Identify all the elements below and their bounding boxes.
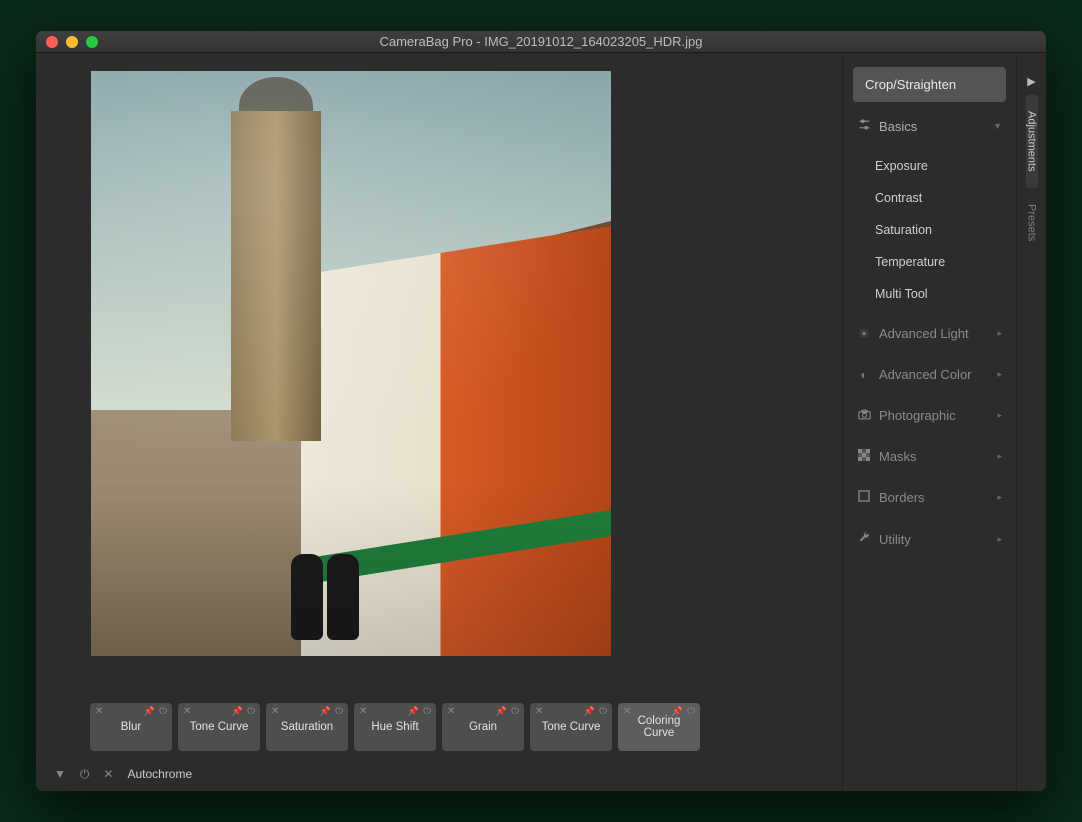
collapse-sidebar-icon[interactable]: ▶ [1027, 67, 1035, 95]
section-borders[interactable]: Borders ▸ [853, 480, 1006, 515]
chip-tone-curve[interactable]: ✕ 📌 ⏻ Tone Curve [178, 703, 260, 751]
sub-saturation[interactable]: Saturation [875, 214, 1006, 246]
pin-icon[interactable]: 📌 [672, 706, 683, 717]
camera-icon [857, 409, 871, 423]
chip-blur[interactable]: ✕ 📌 ⏻ Blur [90, 703, 172, 751]
tab-presets[interactable]: Presets [1026, 188, 1038, 257]
app-body: ✕📌⏻Blur✕📌⏻Tone Curve✕📌⏻Saturation✕📌⏻Hue … [36, 53, 1046, 791]
section-masks-label: Masks [879, 449, 917, 464]
pin-icon[interactable]: 📌 [232, 706, 243, 717]
section-photographic[interactable]: Photographic ▸ [853, 398, 1006, 433]
sub-exposure[interactable]: Exposure [875, 150, 1006, 182]
window-controls [36, 36, 98, 48]
chevron-right-icon: ▸ [997, 492, 1002, 503]
rail-tabs: ▶ Adjustments Presets [1016, 53, 1046, 791]
power-icon[interactable]: ⏻ [247, 706, 255, 717]
tab-adjustments[interactable]: Adjustments [1026, 95, 1038, 188]
photo-preview [91, 71, 611, 656]
section-photographic-label: Photographic [879, 408, 956, 423]
pin-icon[interactable]: 📌 [320, 706, 331, 717]
sub-contrast[interactable]: Contrast [875, 182, 1006, 214]
section-adv-color-label: Advanced Color [879, 367, 972, 382]
adjustment-chips: ✕📌⏻Blur✕📌⏻Tone Curve✕📌⏻Saturation✕📌⏻Hue … [36, 693, 842, 757]
chip-label: Tone Curve [190, 721, 249, 733]
chevron-right-icon: ▸ [997, 369, 1002, 380]
chip-label: Saturation [281, 721, 333, 733]
chip-hue-shift[interactable]: ✕ 📌 ⏻ Hue Shift [354, 703, 436, 751]
pin-icon[interactable]: 📌 [144, 706, 155, 717]
crop-straighten-button[interactable]: Crop/Straighten [853, 67, 1006, 102]
close-chip-icon[interactable]: ✕ [183, 706, 191, 717]
zoom-icon[interactable] [86, 36, 98, 48]
sub-temperature[interactable]: Temperature [875, 246, 1006, 278]
section-utility[interactable]: Utility ▸ [853, 521, 1006, 557]
close-preset-icon[interactable]: ✕ [103, 767, 113, 781]
window-title: CameraBag Pro - IMG_20191012_164023205_H… [36, 34, 1046, 49]
sub-multitool[interactable]: Multi Tool [875, 278, 1006, 310]
close-chip-icon[interactable]: ✕ [447, 706, 455, 717]
section-masks[interactable]: Masks ▸ [853, 439, 1006, 474]
bottom-bar: ▼ ⏻ ✕ Autochrome [36, 757, 842, 791]
wrench-icon [857, 531, 871, 547]
adjustments-sidebar: Crop/Straighten Basics ▼ Exposure Contra… [842, 53, 1016, 791]
expand-down-icon[interactable]: ▼ [54, 767, 66, 781]
power-icon[interactable]: ⏻ [159, 706, 167, 717]
palette-icon: ◐ [857, 368, 871, 382]
basics-subitems: Exposure Contrast Saturation Temperature… [853, 150, 1006, 310]
checker-icon [857, 449, 871, 464]
power-icon[interactable]: ⏻ [80, 767, 90, 782]
section-basics-label: Basics [879, 119, 917, 134]
close-chip-icon[interactable]: ✕ [535, 706, 543, 717]
sliders-icon [857, 118, 871, 134]
chip-label: Hue Shift [371, 721, 418, 733]
image-canvas[interactable] [36, 53, 842, 693]
border-icon [857, 490, 871, 505]
sun-icon: ☀ [857, 327, 871, 341]
chip-saturation[interactable]: ✕ 📌 ⏻Saturation [266, 703, 348, 751]
pin-icon[interactable]: 📌 [496, 706, 507, 717]
chevron-right-icon: ▸ [997, 534, 1002, 545]
chip-tone-curve[interactable]: ✕ 📌 ⏻ Tone Curve [530, 703, 612, 751]
preset-name: Autochrome [127, 767, 192, 781]
close-icon[interactable] [46, 36, 58, 48]
main-panel: ✕📌⏻Blur✕📌⏻Tone Curve✕📌⏻Saturation✕📌⏻Hue … [36, 53, 842, 791]
power-icon[interactable]: ⏻ [423, 706, 431, 717]
power-icon[interactable]: ⏻ [511, 706, 519, 717]
chip-label: Coloring Curve [622, 715, 696, 739]
section-adv-light-label: Advanced Light [879, 326, 969, 341]
power-icon[interactable]: ⏻ [599, 706, 607, 717]
section-advanced-light[interactable]: ☀ Advanced Light ▸ [853, 316, 1006, 351]
power-icon[interactable]: ⏻ [687, 706, 695, 717]
chevron-down-icon: ▼ [993, 121, 1002, 131]
section-advanced-color[interactable]: ◐ Advanced Color ▸ [853, 357, 1006, 392]
pin-icon[interactable]: 📌 [584, 706, 595, 717]
close-chip-icon[interactable]: ✕ [271, 706, 279, 717]
power-icon[interactable]: ⏻ [335, 706, 343, 717]
close-chip-icon[interactable]: ✕ [95, 706, 103, 717]
chevron-right-icon: ▸ [997, 328, 1002, 339]
close-chip-icon[interactable]: ✕ [623, 706, 631, 717]
section-utility-label: Utility [879, 532, 911, 547]
chip-coloring-curve[interactable]: ✕ 📌 ⏻Coloring Curve [618, 703, 700, 751]
app-window: CameraBag Pro - IMG_20191012_164023205_H… [36, 31, 1046, 791]
chevron-right-icon: ▸ [997, 451, 1002, 462]
titlebar: CameraBag Pro - IMG_20191012_164023205_H… [36, 31, 1046, 53]
minimize-icon[interactable] [66, 36, 78, 48]
close-chip-icon[interactable]: ✕ [359, 706, 367, 717]
pin-icon[interactable]: 📌 [408, 706, 419, 717]
chip-label: Blur [121, 721, 141, 733]
chip-grain[interactable]: ✕ 📌 ⏻ Grain [442, 703, 524, 751]
section-basics[interactable]: Basics ▼ [853, 108, 1006, 144]
section-borders-label: Borders [879, 490, 925, 505]
chip-label: Tone Curve [542, 721, 601, 733]
chip-label: Grain [469, 721, 497, 733]
chevron-right-icon: ▸ [997, 410, 1002, 421]
